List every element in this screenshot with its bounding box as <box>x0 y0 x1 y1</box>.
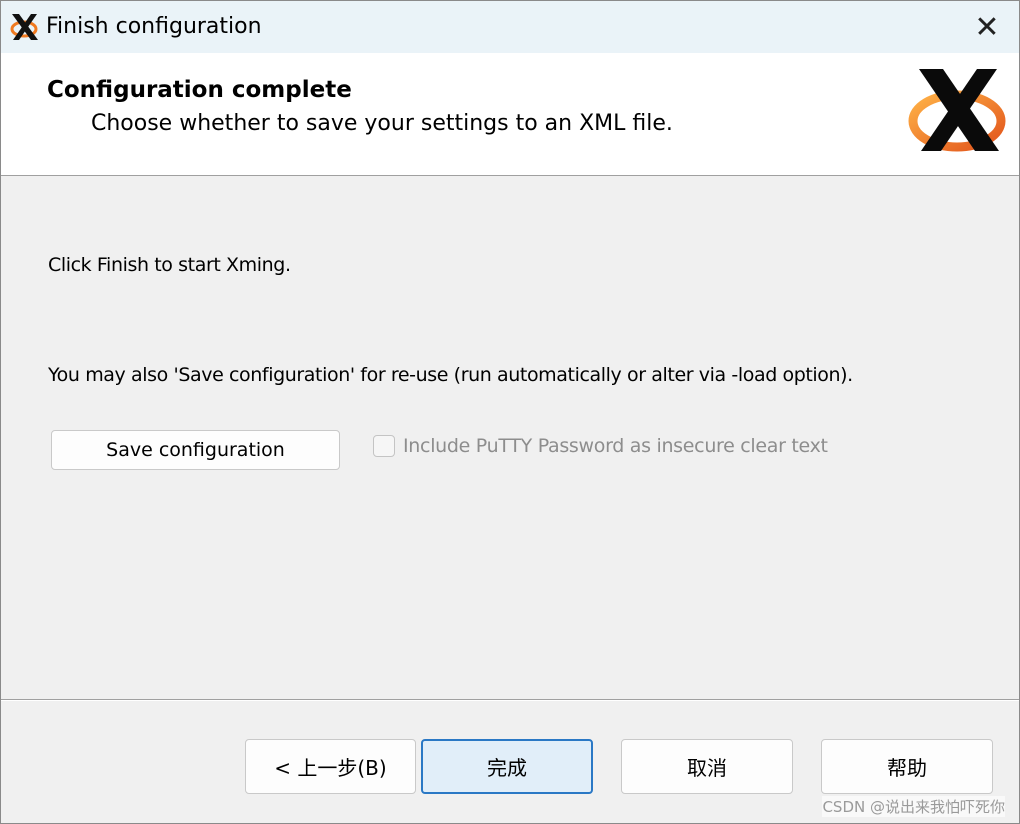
include-putty-password-checkbox[interactable] <box>373 435 395 457</box>
include-putty-password-option: Include PuTTY Password as insecure clear… <box>373 435 828 457</box>
close-icon[interactable]: ✕ <box>955 1 1019 53</box>
watermark: CSDN @说出来我怕吓死你 <box>822 796 1005 817</box>
window-title: Finish configuration <box>46 14 262 39</box>
finish-configuration-dialog: Finish configuration ✕ Configuration com… <box>0 0 1020 824</box>
xming-app-icon <box>10 14 38 40</box>
footer-divider <box>1 699 1019 701</box>
back-button[interactable]: < 上一步(B) <box>245 739 416 794</box>
finish-instruction: Click Finish to start Xming. <box>48 254 291 276</box>
help-button[interactable]: 帮助 <box>821 739 993 794</box>
page-subtitle: Choose whether to save your settings to … <box>91 111 673 136</box>
include-putty-password-label: Include PuTTY Password as insecure clear… <box>403 435 828 457</box>
page-title: Configuration complete <box>47 77 352 103</box>
save-configuration-button[interactable]: Save configuration <box>51 430 340 470</box>
cancel-button[interactable]: 取消 <box>621 739 793 794</box>
xming-logo-icon <box>908 69 1006 152</box>
finish-button[interactable]: 完成 <box>421 739 593 794</box>
save-instruction: You may also 'Save configuration' for re… <box>48 364 853 386</box>
title-bar: Finish configuration ✕ <box>1 1 1019 53</box>
wizard-header: Configuration complete Choose whether to… <box>1 53 1019 176</box>
